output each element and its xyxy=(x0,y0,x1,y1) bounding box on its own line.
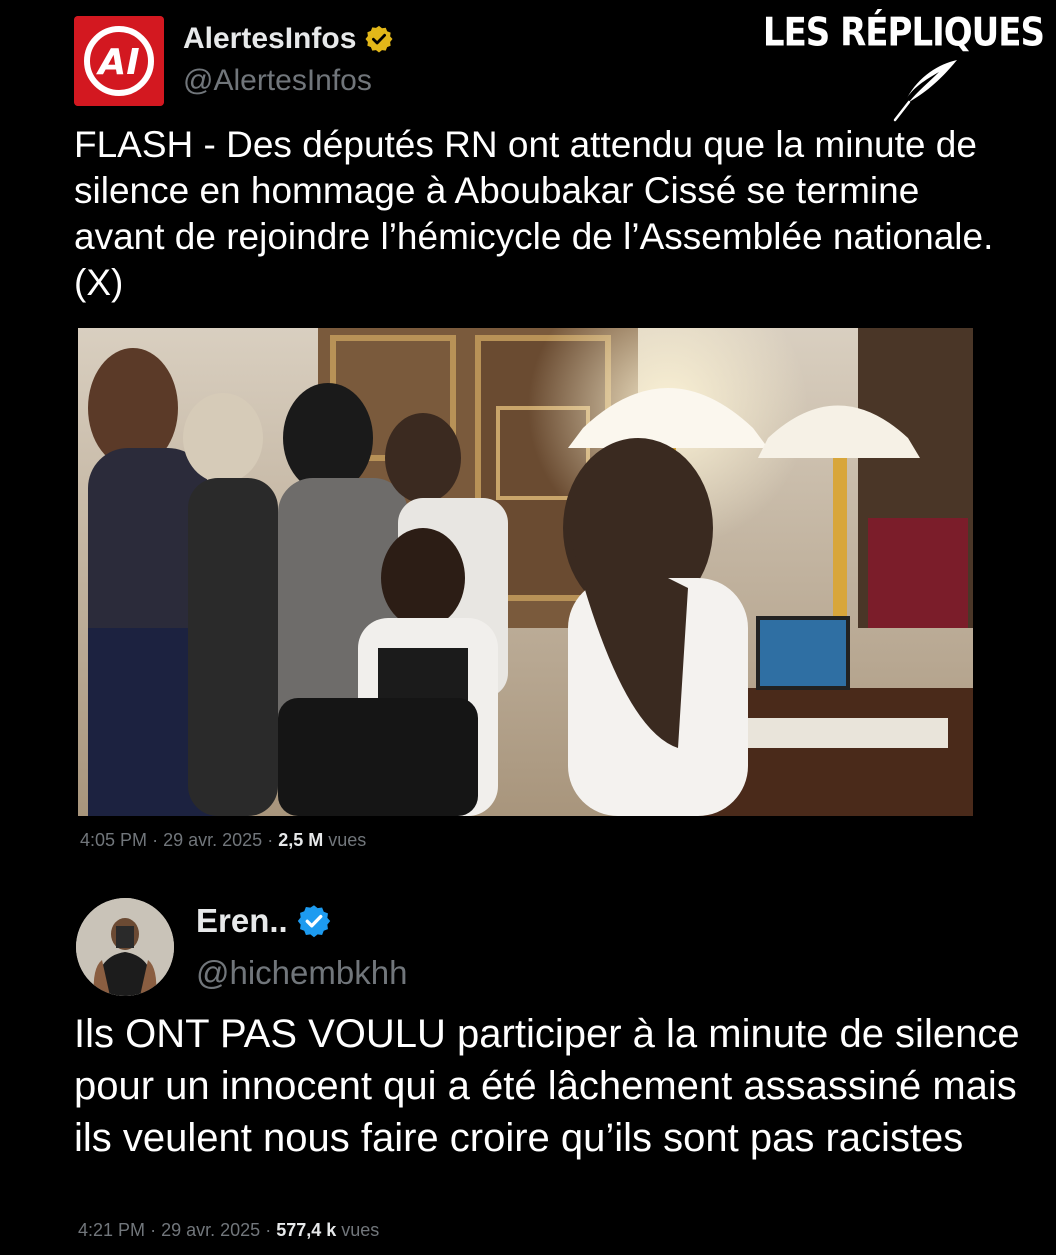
author-display-name[interactable]: AlertesInfos xyxy=(183,22,356,56)
tweet-text: FLASH - Des députés RN ont attendu que l… xyxy=(74,124,994,303)
separator-dot: · xyxy=(150,1220,157,1240)
separator-dot: · xyxy=(152,830,159,850)
tweet-media-photo[interactable] xyxy=(78,328,973,816)
author-row: AlertesInfos xyxy=(183,22,394,56)
assemblee-photo xyxy=(78,328,973,816)
gold-verified-badge-icon xyxy=(365,25,393,53)
blue-verified-badge-icon xyxy=(297,905,330,938)
tweet-timestamp[interactable]: 4:05 PM · 29 avr. 2025 · 2,5 M vues xyxy=(80,830,366,851)
views-count: 2,5 M xyxy=(278,830,324,850)
tweet-timestamp[interactable]: 4:21 PM · 29 avr. 2025 · 577,4 k vues xyxy=(78,1220,379,1241)
author-handle[interactable]: @hichembkhh xyxy=(196,954,407,992)
tweet-text: Ils ONT PAS VOULU participer à la minute… xyxy=(74,1012,1020,1160)
tweet-time: 4:21 PM xyxy=(78,1220,146,1240)
tweet-date: 29 avr. 2025 xyxy=(161,1220,261,1240)
separator-dot: · xyxy=(267,830,274,850)
tweet-hichembkhh: Eren.. @hichembkhh Ils ONT PAS VOULU par… xyxy=(0,880,1056,1255)
author-display-name[interactable]: Eren.. xyxy=(196,902,288,940)
views-label: vues xyxy=(328,830,367,850)
views-count: 577,4 k xyxy=(276,1220,337,1240)
alertesinfos-avatar[interactable]: AI xyxy=(74,16,164,106)
separator-dot: · xyxy=(265,1220,272,1240)
tweet-alertesinfos: AI AlertesInfos @AlertesInfos FLASH - De… xyxy=(0,0,1056,870)
author-handle[interactable]: @AlertesInfos xyxy=(183,64,372,98)
author-row: Eren.. xyxy=(196,902,332,940)
tweet-date: 29 avr. 2025 xyxy=(163,830,263,850)
views-label: vues xyxy=(341,1220,380,1240)
tweet-time: 4:05 PM xyxy=(80,830,148,850)
user-avatar-photo xyxy=(76,898,174,996)
alertesinfos-logo-text: AI xyxy=(95,42,139,83)
hichembkhh-avatar[interactable] xyxy=(76,898,174,996)
alertesinfos-logo: AI xyxy=(74,16,164,106)
